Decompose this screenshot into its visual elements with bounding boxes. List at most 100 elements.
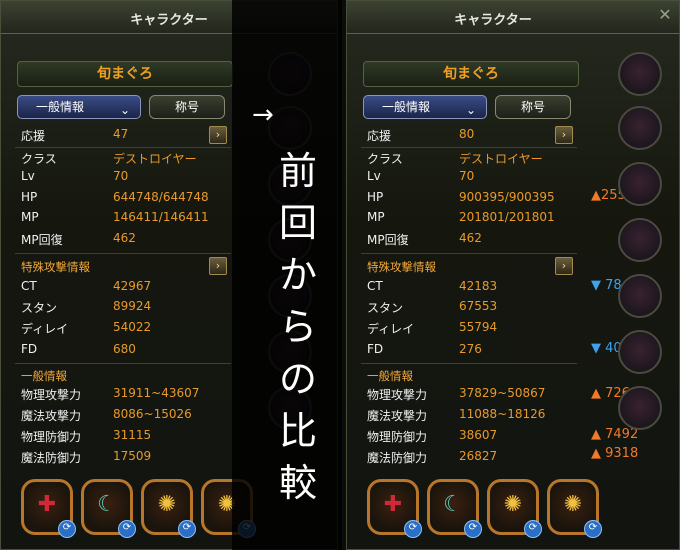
- divider: [361, 253, 577, 254]
- close-icon[interactable]: ✕: [657, 7, 673, 23]
- stat-row-delay: ディレイ 54022: [21, 320, 221, 340]
- equip-slot-weapon[interactable]: ✚ ⟳: [21, 479, 76, 538]
- crescent-icon: ☾: [97, 492, 117, 517]
- stat-label: クラス: [367, 152, 403, 166]
- stat-row-mag-def: 魔法防御力 17509: [21, 449, 231, 469]
- stat-row-mag-atk: 魔法攻撃力 8086~15026: [21, 407, 231, 427]
- expand-arrow-button[interactable]: ›: [555, 126, 573, 144]
- info-dropdown[interactable]: 一般情報 ⌄: [363, 95, 487, 119]
- overlay-caption-char: か: [278, 253, 317, 297]
- stat-row-lv: Lv 70: [367, 169, 567, 189]
- stat-value: 42967: [113, 279, 152, 293]
- equip-slot[interactable]: [618, 162, 662, 206]
- stat-row-mag-atk: 魔法攻撃力 11088~18126: [367, 407, 577, 427]
- expand-arrow-button[interactable]: ›: [209, 126, 227, 144]
- stat-label: 応援: [21, 129, 46, 143]
- stat-value: 26827: [459, 449, 498, 463]
- equip-slot[interactable]: [618, 330, 662, 374]
- swap-icon[interactable]: ⟳: [404, 520, 422, 538]
- stat-value: デストロイヤー: [113, 152, 197, 166]
- stat-label: 魔法防御力: [21, 451, 82, 465]
- swap-icon[interactable]: ⟳: [464, 520, 482, 538]
- equip-slot[interactable]: [618, 386, 662, 430]
- stat-value: 80: [459, 127, 475, 141]
- equip-slot-subweapon[interactable]: ☾ ⟳: [427, 479, 482, 538]
- swap-icon[interactable]: ⟳: [584, 520, 602, 538]
- equip-slot[interactable]: [618, 274, 662, 318]
- info-dropdown[interactable]: 一般情報 ⌄: [17, 95, 141, 119]
- stat-value: 31115: [113, 428, 152, 442]
- equip-slot-accessory1[interactable]: ✺ ⟳: [141, 479, 196, 538]
- stat-row-support: 応援 80: [367, 127, 557, 147]
- stat-label: クラス: [21, 152, 57, 166]
- stat-value: 47: [113, 127, 129, 141]
- stat-row-mag-def: 魔法防御力 26827: [367, 449, 577, 469]
- stat-value: 55794: [459, 320, 498, 334]
- stat-label: スタン: [367, 301, 404, 315]
- dropdown-label: 一般情報: [382, 100, 431, 114]
- stat-row-ct: CT 42183: [367, 279, 567, 299]
- equip-slot[interactable]: [618, 52, 662, 96]
- stat-row-mp: MP 201801/201801: [367, 210, 567, 230]
- stat-label: 応援: [367, 129, 392, 143]
- stat-value: 8086~15026: [113, 407, 192, 421]
- swap-icon[interactable]: ⟳: [178, 520, 196, 538]
- equip-slot[interactable]: [618, 106, 662, 150]
- stat-label: FD: [21, 342, 38, 356]
- divider: [361, 147, 577, 148]
- stat-value: 38607: [459, 428, 498, 442]
- stat-value: デストロイヤー: [459, 152, 543, 166]
- stat-value: 276: [459, 342, 482, 356]
- divider: [15, 147, 231, 148]
- title-button[interactable]: 称号: [149, 95, 225, 119]
- stat-row-stun: スタン 89924: [21, 299, 221, 319]
- swap-icon[interactable]: ⟳: [58, 520, 76, 538]
- stat-label: 物理防御力: [21, 430, 82, 444]
- weapon-icon: ✚: [37, 492, 57, 517]
- stat-value: 17509: [113, 449, 152, 463]
- equip-slot-accessory2[interactable]: ✺ ⟳: [547, 479, 602, 538]
- equip-slot-subweapon[interactable]: ☾ ⟳: [81, 479, 136, 538]
- title-button[interactable]: 称号: [495, 95, 571, 119]
- stat-label: MP回復: [21, 233, 63, 247]
- stat-row-class: クラス デストロイヤー: [21, 150, 221, 170]
- stat-row-hp: HP 644748/644748: [21, 190, 221, 210]
- stat-value: 462: [113, 231, 136, 245]
- stat-label: 物理防御力: [367, 430, 428, 444]
- equip-slot-accessory1[interactable]: ✺ ⟳: [487, 479, 542, 538]
- right-arrow-icon: →: [252, 100, 274, 130]
- stat-label: ディレイ: [367, 322, 415, 336]
- stat-value: 11088~18126: [459, 407, 546, 421]
- character-name: 旬まぐろ: [363, 61, 579, 87]
- stat-row-phys-def: 物理防御力 31115: [21, 428, 231, 448]
- divider: [361, 363, 577, 364]
- window-titlebar[interactable]: キャラクター ✕: [347, 1, 679, 34]
- stat-row-lv: Lv 70: [21, 169, 221, 189]
- equip-slot-weapon[interactable]: ✚ ⟳: [367, 479, 422, 538]
- dropdown-label: 一般情報: [36, 100, 85, 114]
- sun-icon: ✺: [503, 492, 523, 517]
- stat-row-fd: FD 680: [21, 342, 221, 362]
- chevron-down-icon: ⌄: [465, 103, 476, 117]
- stat-label: 物理攻撃力: [21, 388, 82, 402]
- stat-value: 67553: [459, 299, 498, 313]
- stat-row-mp-regen: MP回復 462: [21, 231, 221, 251]
- crescent-icon: ☾: [443, 492, 463, 517]
- stat-label: 魔法攻撃力: [367, 409, 428, 423]
- section-header-special: 特殊攻撃情報: [367, 260, 436, 274]
- stat-value: 146411/146411: [113, 210, 209, 224]
- stat-label: Lv: [367, 169, 381, 183]
- divider: [15, 253, 231, 254]
- equip-slot[interactable]: [618, 218, 662, 262]
- stat-value: 70: [459, 169, 475, 183]
- expand-arrow-button[interactable]: ›: [209, 257, 227, 275]
- stat-row-mp-regen: MP回復 462: [367, 231, 567, 251]
- stat-label: 魔法攻撃力: [21, 409, 82, 423]
- swap-icon[interactable]: ⟳: [118, 520, 136, 538]
- equip-column-right: [612, 40, 668, 470]
- swap-icon[interactable]: ⟳: [524, 520, 542, 538]
- stat-label: ディレイ: [21, 322, 69, 336]
- overlay-caption-char: の: [278, 357, 317, 401]
- expand-arrow-button[interactable]: ›: [555, 257, 573, 275]
- stat-label: 魔法防御力: [367, 451, 428, 465]
